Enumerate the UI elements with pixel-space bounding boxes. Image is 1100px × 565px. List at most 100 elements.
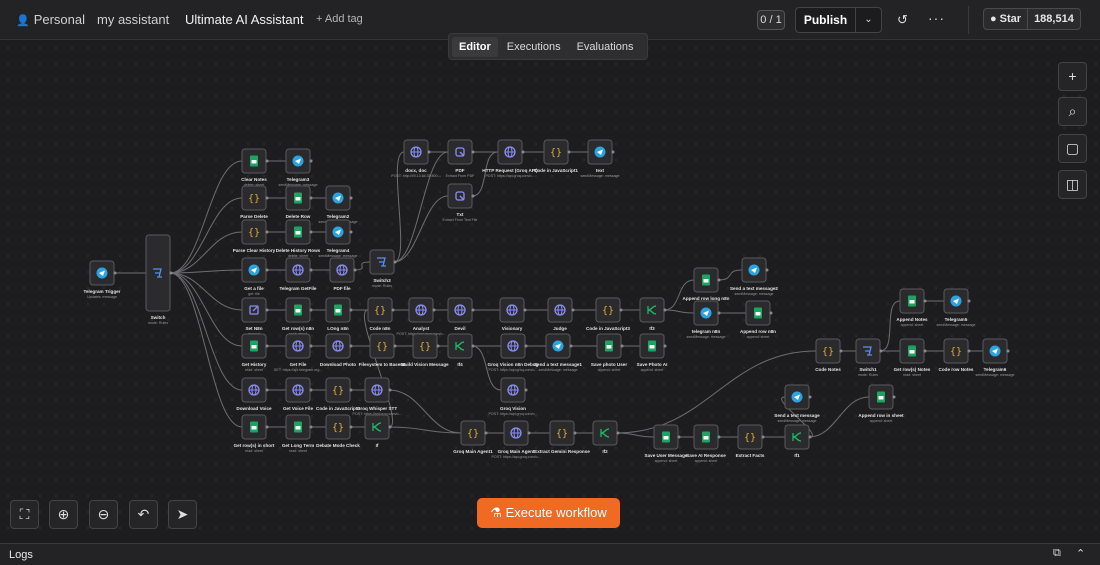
logs-panel[interactable]: Logs ⧉ ⌃ <box>0 543 1100 565</box>
node-label: Visionary <box>502 326 523 331</box>
panel-toggle-icon[interactable]: ◫ <box>1058 170 1087 199</box>
node-append-short[interactable]: Append row in sheetappend: sheet <box>858 384 904 423</box>
node-if4[interactable]: If4 <box>447 333 475 367</box>
node-if[interactable]: If <box>364 414 392 448</box>
node-groq-main1[interactable]: {} Groq Main Agent1 <box>453 420 493 454</box>
execute-workflow-button[interactable]: ⚗ Execute workflow <box>477 498 620 528</box>
chevron-up-icon[interactable]: ⌃ <box>1076 547 1085 560</box>
node-clear-notes[interactable]: Clear Notesdelete: sheet <box>241 148 269 187</box>
node-get-history[interactable]: Get Historyread: sheet <box>241 333 269 372</box>
node-devil[interactable]: Devil <box>447 297 475 331</box>
node-subtitle: mode: Rules <box>858 373 878 377</box>
node-long-n8n[interactable]: LOng n8n <box>325 297 353 331</box>
undo-icon[interactable]: ↶ <box>129 500 158 529</box>
node-judge[interactable]: Judge <box>547 297 575 331</box>
node-if1[interactable]: If1 <box>784 424 812 458</box>
node-extract-facts[interactable]: {} Extract Facts <box>736 424 765 458</box>
zoom-out-icon[interactable]: ⊖ <box>89 500 118 529</box>
node-download-photo[interactable]: Download Photo <box>320 333 356 367</box>
zoom-in-icon[interactable]: ⊕ <box>49 500 78 529</box>
node-groq-whisper[interactable]: Groq Whisper STTPOST: https://api.groq.c… <box>353 377 402 416</box>
node-label: PDF file <box>333 286 351 291</box>
node-pdf-file[interactable]: PDF file <box>329 257 357 291</box>
node-groq-vision[interactable]: Groq VisionPOST: https://api.groq.com/o.… <box>489 377 538 416</box>
node-filesystem[interactable]: {} Filesystem to Base64 <box>359 333 406 367</box>
node-save-photo-user[interactable]: Save photo Userappend: sheet <box>591 333 627 372</box>
fit-view-icon[interactable]: ⛶ <box>10 500 39 529</box>
add-node-icon[interactable]: + <box>1058 62 1087 91</box>
node-extract-gemini[interactable]: {} Extract Gemini Response <box>534 420 590 454</box>
node-set-n8n[interactable]: Set N8nmanual <box>241 297 269 336</box>
node-http-groq[interactable]: HTTP Request (Groq API)POST: https://api… <box>482 139 538 178</box>
node-telegram4[interactable]: Telegram4sendMessage: message <box>319 219 358 258</box>
node-send-text2[interactable]: Send a text message2sendMessage: message <box>730 257 778 296</box>
node-download-voice[interactable]: Download Voice <box>236 377 272 411</box>
node-subtitle: Updates: message <box>87 295 117 299</box>
node-send-text1[interactable]: Send a text message1sendMessage: message <box>534 333 582 372</box>
node-label: telegram n8n <box>692 329 721 334</box>
node-label: Telegram3 <box>287 177 310 182</box>
node-label: Get row(s) Notes <box>894 367 931 372</box>
code-icon: {} <box>332 386 344 397</box>
node-get-rows-notes[interactable]: Get row(s) Notesread: sheet <box>894 338 931 377</box>
node-append-long[interactable]: Append row long n8nappend: sheet <box>683 267 730 306</box>
node-groq-main[interactable]: Groq Main AgentPOST: https://api.groq.co… <box>492 420 541 459</box>
search-icon[interactable]: ⌕ <box>1058 97 1087 126</box>
connection-line <box>169 272 243 391</box>
node-code-row-notes[interactable]: {} Code row Notes <box>939 338 974 372</box>
node-get-long[interactable]: Get Long Termread: sheet <box>282 414 314 453</box>
node-if2[interactable]: If2 <box>592 420 620 454</box>
node-telegram3[interactable]: Telegram3sendMessage: message <box>279 148 318 187</box>
node-analyst[interactable]: AnalystPOST: https://api.groq.com/o... <box>397 297 446 336</box>
node-get-file[interactable]: Get a fileget: file <box>241 257 269 296</box>
node-visionary[interactable]: Visionary <box>499 297 527 331</box>
sticky-note-icon[interactable]: ▢ <box>1058 134 1087 163</box>
node-telegram2[interactable]: Telegram2sendMessage: message <box>319 185 358 224</box>
node-code-n8n[interactable]: {} Code n8n <box>367 297 395 331</box>
node-parse-clear[interactable]: {} Parse Clear History <box>233 219 276 253</box>
node-get-rows-short[interactable]: Get row(s) in shortread: sheet <box>234 414 275 453</box>
node-tg-get-file[interactable]: Telegram GetFile <box>280 257 317 291</box>
node-label: Append Notes <box>896 317 928 322</box>
node-if3[interactable]: If3 <box>639 297 667 331</box>
node-delete-row[interactable]: Delete Rowdelete: sheet <box>285 185 313 224</box>
node-subtitle: append: sheet <box>641 368 664 372</box>
node-telegram5[interactable]: Telegram5sendMessage: message <box>937 288 976 327</box>
code-icon: {} <box>374 306 386 317</box>
node-label: Save AI Response <box>686 453 726 458</box>
node-append-notes[interactable]: Append Notesappend: sheet <box>896 288 928 327</box>
cursor-tool-icon[interactable]: ➤ <box>168 500 197 529</box>
node-groq-vision-debug[interactable]: Groq Vision n8n DebugPOST: https://api.g… <box>488 333 539 372</box>
node-switch[interactable]: Switchmode: Rules <box>145 234 173 325</box>
node-append-n8n[interactable]: Append row n8nappend: sheet <box>740 300 776 339</box>
node-send-text[interactable]: Send a text messagesendMessage: message <box>774 384 820 423</box>
node-code-js2[interactable]: {} Code in JavaScript2 <box>316 377 360 411</box>
node-telegram6[interactable]: Telegram6sendMessage: message <box>976 338 1015 377</box>
node-save-user-msg[interactable]: Save User Messageappend: sheet <box>645 424 688 463</box>
node-trigger[interactable]: Telegram TriggerUpdates: message <box>84 260 121 299</box>
node-code-notes[interactable]: {} Code Notes <box>815 338 843 372</box>
node-label: Build Vision Message <box>401 362 449 367</box>
svg-text:{}: {} <box>332 386 344 397</box>
node-subtitle: sendMessage: message <box>778 419 817 423</box>
node-switch3[interactable]: Switch3mode: Rules <box>369 249 397 288</box>
node-text[interactable]: textsendMessage: message <box>581 139 620 178</box>
node-txt[interactable]: TxtExtract From Text File <box>443 183 478 222</box>
node-save-ai-resp[interactable]: Save AI Responseappend: sheet <box>686 424 726 463</box>
popout-icon[interactable]: ⧉ <box>1053 547 1061 560</box>
node-parse-delete[interactable]: {} Parse Delete <box>240 185 269 219</box>
node-get-voice[interactable]: Get Voice File <box>283 377 313 411</box>
node-telegram-n8n[interactable]: telegram n8nsendMessage: message <box>687 300 726 339</box>
node-code-js3[interactable]: {} Code in JavaScript3 <box>586 297 630 331</box>
node-delete-history[interactable]: Delete History Rowsdelete: sheet <box>276 219 321 258</box>
node-debate-check[interactable]: {} Debate Mode Check <box>316 414 360 448</box>
node-label: Get Voice File <box>283 406 313 411</box>
node-get-rows-n8n[interactable]: Get row(s) n8nread: sheet <box>282 297 314 336</box>
node-save-photo-ai[interactable]: Save Photo AIappend: sheet <box>637 333 668 372</box>
code-icon: {} <box>467 429 479 440</box>
node-build-vision[interactable]: {} Build Vision Message <box>401 333 449 367</box>
node-get-file2[interactable]: Get FileGET: https://api.telegram.org... <box>274 333 323 372</box>
node-code-js1[interactable]: {} Code in JavaScript1 <box>534 139 578 173</box>
node-pdf[interactable]: PDFExtract From PDF <box>446 139 476 178</box>
node-switch1[interactable]: Switch1mode: Rules <box>855 338 883 377</box>
